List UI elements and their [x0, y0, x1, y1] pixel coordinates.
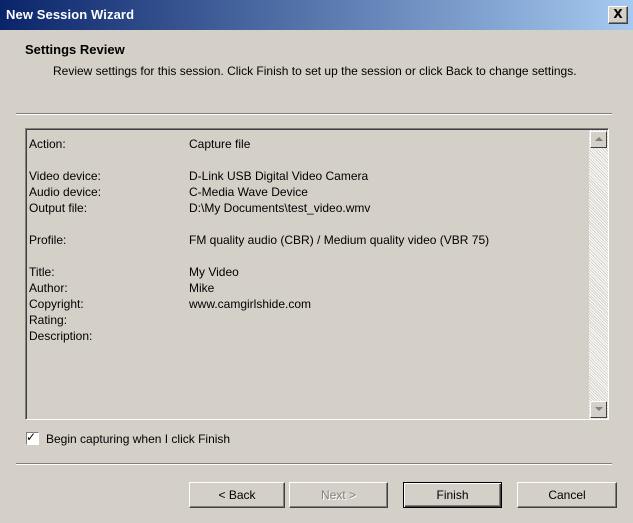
next-button[interactable]: Next >	[289, 482, 388, 508]
setting-value: D-Link USB Digital Video Camera	[189, 169, 369, 183]
setting-row-copyright: Copyright: www.camgirlshide.com	[29, 296, 579, 312]
setting-key: Video device:	[29, 169, 101, 183]
next-button-label: Next >	[320, 488, 356, 502]
settings-summary-content: Action: Capture file Video device: D-Lin…	[26, 129, 608, 419]
close-icon: X	[613, 7, 623, 21]
setting-value: My Video	[189, 265, 239, 279]
scroll-up-icon	[595, 137, 603, 141]
setting-key: Title:	[29, 265, 55, 279]
scroll-up-button[interactable]	[590, 131, 607, 148]
setting-value: Capture file	[189, 137, 251, 151]
vertical-scrollbar[interactable]	[589, 130, 608, 419]
setting-row-author: Author: Mike	[29, 280, 579, 296]
setting-row-title: Title: My Video	[29, 264, 579, 280]
setting-value: C-Media Wave Device	[189, 185, 308, 199]
begin-capturing-label[interactable]: Begin capturing when I click Finish	[46, 432, 230, 446]
window-title: New Session Wizard	[6, 7, 135, 22]
page-description: Review settings for this session. Click …	[53, 64, 577, 78]
setting-value: D:\My Documents\test_video.wmv	[189, 201, 371, 215]
setting-row-output-file: Output file: D:\My Documents\test_video.…	[29, 200, 579, 216]
finish-button-label: Finish	[436, 488, 469, 502]
setting-key: Action:	[29, 137, 66, 151]
setting-key: Description:	[29, 329, 93, 343]
setting-key: Author:	[29, 281, 68, 295]
setting-row-video-device: Video device: D-Link USB Digital Video C…	[29, 168, 579, 184]
setting-row-audio-device: Audio device: C-Media Wave Device	[29, 184, 579, 200]
setting-key: Copyright:	[29, 297, 84, 311]
setting-value: www.camgirlshide.com	[189, 297, 312, 311]
finish-button[interactable]: Finish	[403, 482, 502, 508]
close-button[interactable]: X	[608, 6, 628, 24]
setting-key: Audio device:	[29, 185, 102, 199]
setting-value: Mike	[189, 281, 215, 295]
setting-row-description: Description:	[29, 328, 579, 344]
setting-value: FM quality audio (CBR) / Medium quality …	[189, 233, 490, 247]
footer-separator	[16, 463, 612, 465]
back-button-label: < Back	[218, 488, 256, 502]
cancel-button-label: Cancel	[548, 488, 586, 502]
scroll-down-icon	[595, 407, 603, 411]
title-bar: New Session Wizard X	[0, 0, 633, 30]
begin-capturing-checkbox[interactable]: ✓	[26, 430, 39, 445]
wizard-window: New Session Wizard X Settings Review Rev…	[0, 0, 633, 523]
checkmark-icon: ✓	[26, 430, 37, 444]
page-title: Settings Review	[25, 42, 125, 57]
cancel-button[interactable]: Cancel	[517, 482, 617, 508]
setting-row-profile: Profile: FM quality audio (CBR) / Medium…	[29, 232, 579, 248]
settings-summary-box[interactable]: Action: Capture file Video device: D-Lin…	[25, 128, 609, 420]
back-button[interactable]: < Back	[189, 482, 285, 508]
header-separator	[16, 113, 612, 115]
setting-row-rating: Rating:	[29, 312, 579, 328]
scroll-down-button[interactable]	[590, 401, 607, 418]
setting-row-action: Action: Capture file	[29, 136, 579, 152]
setting-key: Profile:	[29, 233, 67, 247]
setting-key: Output file:	[29, 201, 88, 215]
setting-key: Rating:	[29, 313, 68, 327]
